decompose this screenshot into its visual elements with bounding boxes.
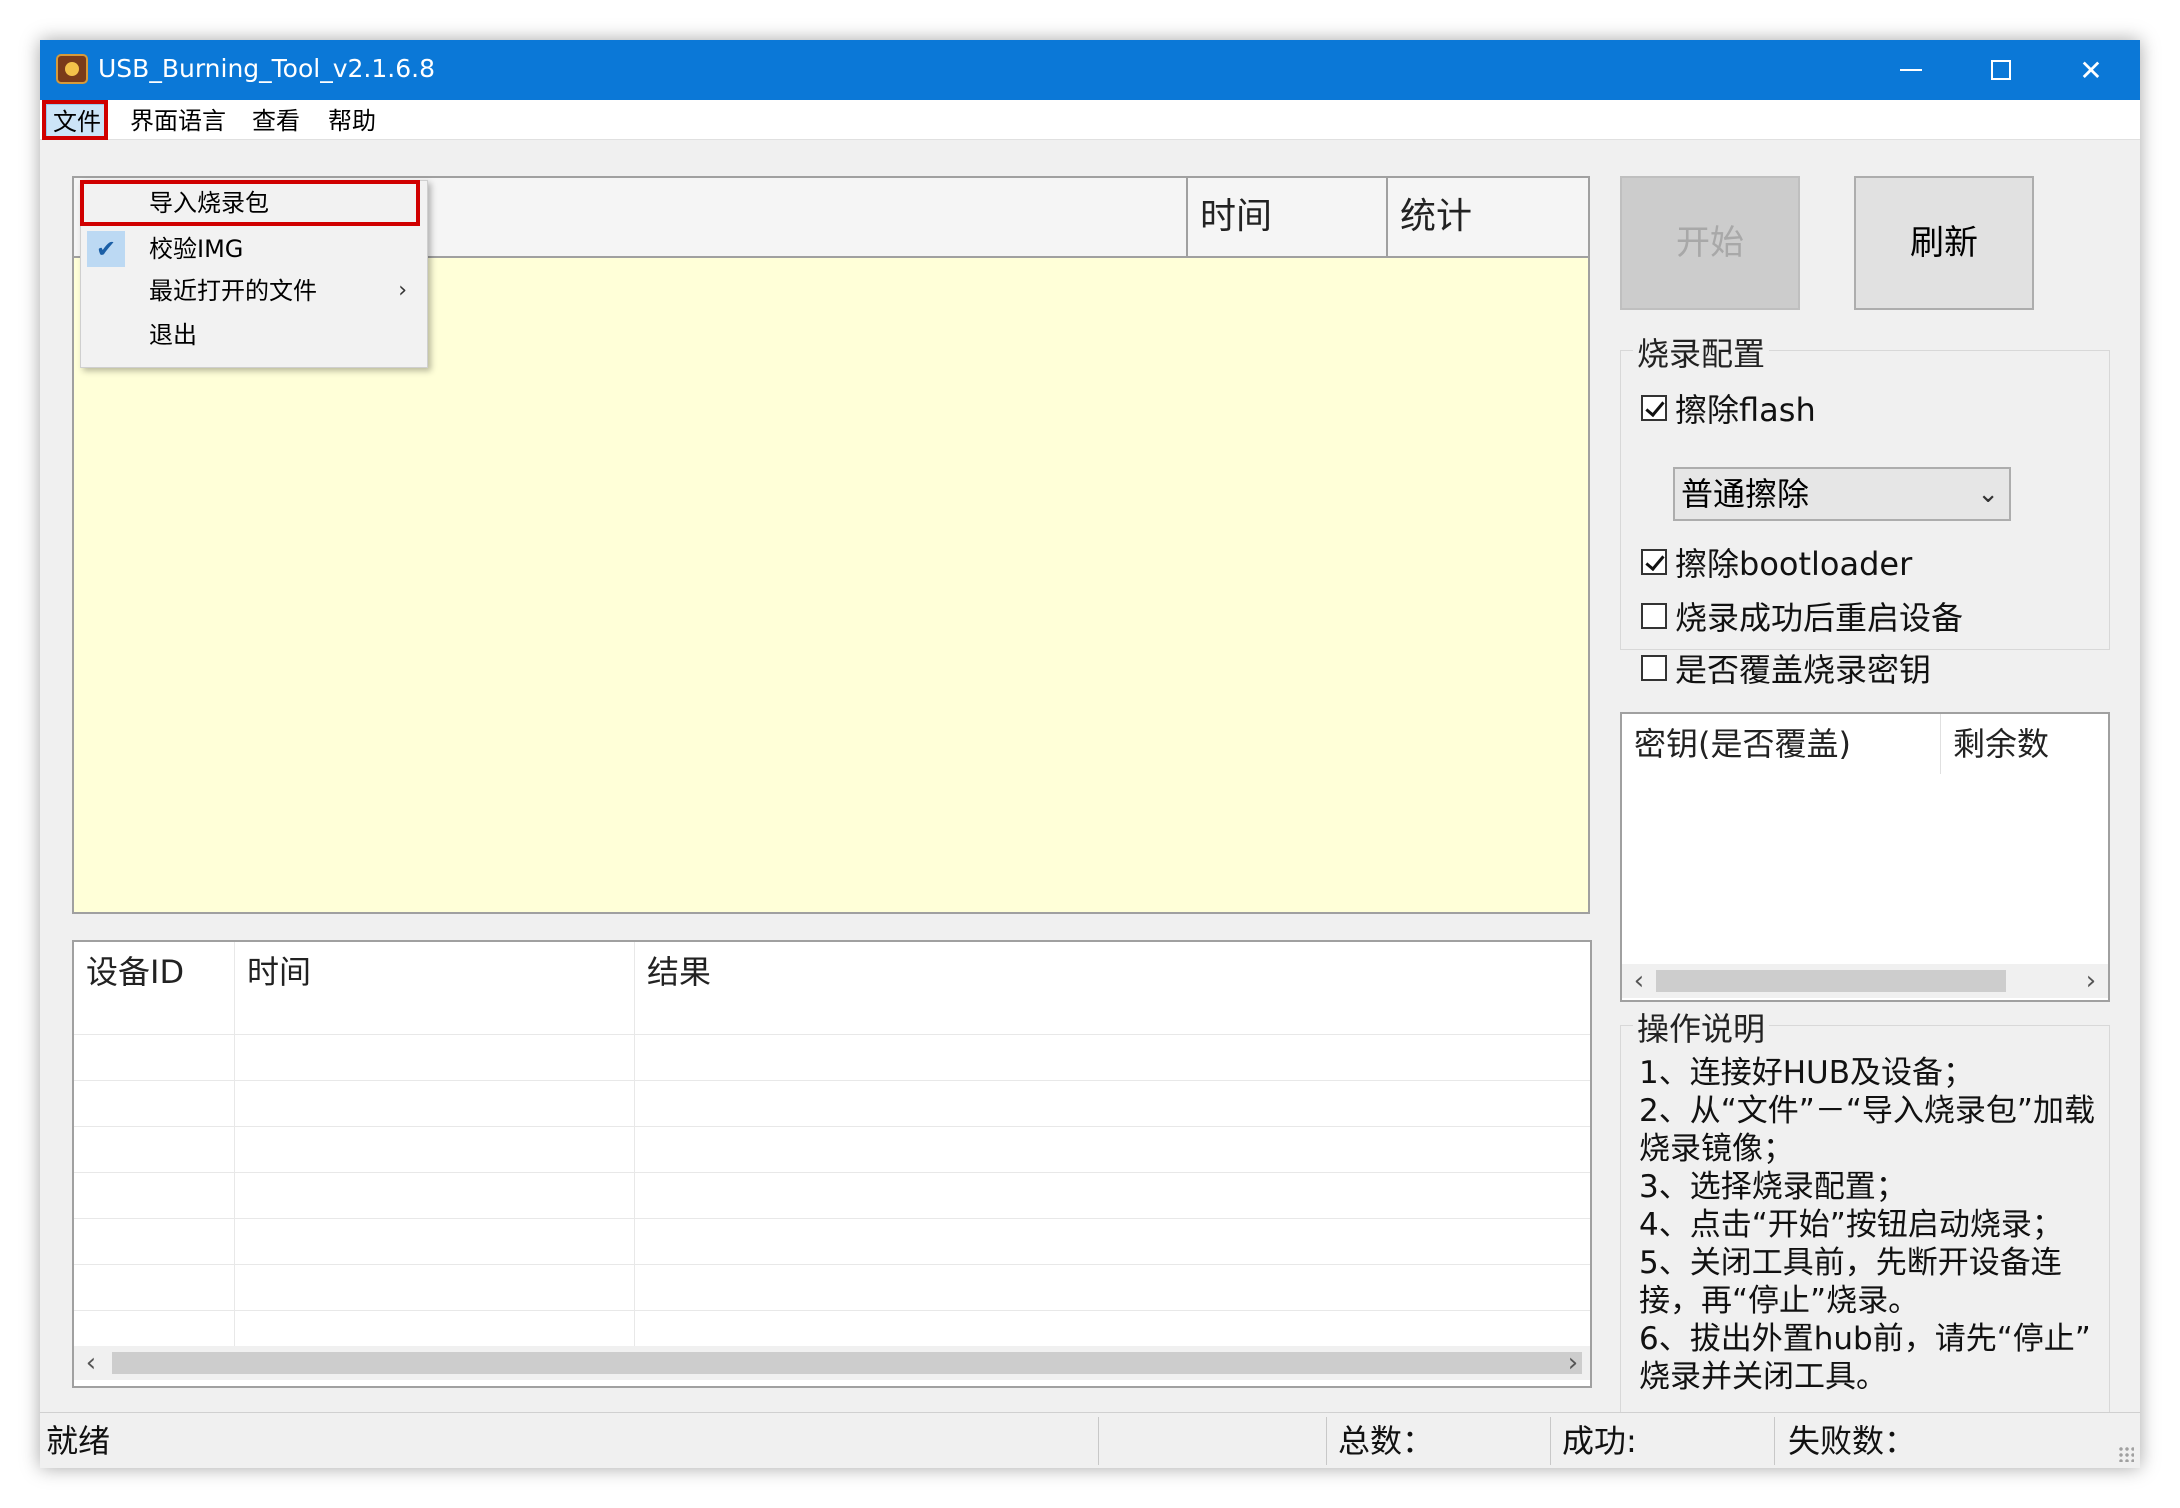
instruction-line: 1、连接好HUB及设备；: [1639, 1055, 1974, 1091]
status-divider: [1326, 1417, 1327, 1465]
table-row[interactable]: [74, 1218, 1590, 1264]
scrollbar-thumb[interactable]: [112, 1352, 1582, 1374]
erase-bootloader-checkbox[interactable]: 擦除bootloader: [1641, 539, 1912, 585]
scrollbar-thumb[interactable]: [1656, 970, 2006, 992]
menu-item-verify-img[interactable]: ✔ 校验IMG: [81, 227, 427, 271]
scroll-left-icon[interactable]: ‹: [74, 1346, 108, 1380]
status-bar: 就绪 总数： 成功: 失败数：: [40, 1412, 2140, 1468]
scroll-right-icon[interactable]: ›: [2074, 964, 2108, 998]
instructions-title: 操作说明: [1633, 1004, 1770, 1050]
instructions-group: 操作说明 1、连接好HUB及设备； 2、从“文件”－“导入烧录包”加载 烧录镜像…: [1620, 1004, 2110, 1427]
reboot-after-checkbox[interactable]: 烧录成功后重启设备: [1641, 593, 1963, 639]
result-table-scrollbar[interactable]: ‹ ›: [74, 1346, 1590, 1380]
main-window: USB_Burning_Tool_v2.1.6.8 ✕ 文件 界面语言 查看 帮…: [40, 40, 2140, 1468]
chevron-down-icon: ⌄: [1977, 479, 1999, 509]
table-row[interactable]: [74, 1080, 1590, 1126]
status-text: 就绪: [46, 1422, 111, 1460]
result-table[interactable]: 设备ID 时间 结果 ‹ ›: [72, 940, 1592, 1388]
scroll-left-icon[interactable]: ‹: [1622, 964, 1656, 998]
key-col-remaining[interactable]: 剩余数: [1940, 714, 2108, 774]
minimize-icon: [1900, 69, 1922, 71]
key-table[interactable]: 密钥(是否覆盖) 剩余数 ‹ ›: [1620, 712, 2110, 1002]
erase-mode-value: 普通擦除: [1681, 475, 1810, 513]
instruction-line: 烧录镜像；: [1639, 1131, 1794, 1167]
app-icon: [56, 54, 88, 84]
scroll-right-icon[interactable]: ›: [1556, 1346, 1590, 1380]
instruction-line: 接，再“停止”烧录。: [1639, 1283, 1920, 1319]
key-col-key[interactable]: 密钥(是否覆盖): [1622, 714, 1940, 774]
result-col-time[interactable]: 时间: [234, 942, 634, 1002]
menu-help[interactable]: 帮助: [322, 104, 382, 138]
close-icon: ✕: [2079, 53, 2103, 87]
instruction-line: 2、从“文件”－“导入烧录包”加载: [1639, 1093, 2095, 1129]
table-row[interactable]: [74, 1264, 1590, 1310]
check-icon: ✔: [87, 231, 125, 267]
status-divider: [1550, 1417, 1551, 1465]
erase-bootloader-label: 擦除bootloader: [1675, 545, 1913, 583]
success-count-label: 成功:: [1562, 1422, 1637, 1460]
instruction-line: 4、点击“开始”按钮启动烧录；: [1639, 1207, 2063, 1243]
erase-flash-checkbox[interactable]: 擦除flash: [1641, 385, 1816, 431]
chevron-right-icon: ›: [398, 278, 407, 303]
checkbox-unchecked-icon[interactable]: [1641, 655, 1667, 681]
overwrite-key-checkbox[interactable]: 是否覆盖烧录密钥: [1641, 645, 1931, 691]
recent-files-label: 最近打开的文件: [149, 277, 317, 305]
checkbox-checked-icon[interactable]: [1641, 395, 1667, 421]
maximize-button[interactable]: [1956, 40, 2046, 100]
menu-language[interactable]: 界面语言: [124, 104, 232, 138]
erase-mode-select[interactable]: 普通擦除 ⌄: [1673, 467, 2011, 521]
reboot-after-label: 烧录成功后重启设备: [1675, 599, 1964, 637]
fail-count-label: 失败数：: [1788, 1422, 1917, 1460]
table-row[interactable]: [74, 1126, 1590, 1172]
checkbox-checked-icon[interactable]: [1641, 549, 1667, 575]
start-button[interactable]: 开始: [1620, 176, 1800, 310]
burn-config-group: 烧录配置 擦除flash 普通擦除 ⌄ 擦除bootloader 烧录成功后重启…: [1620, 329, 2110, 689]
instruction-line: 烧录并关闭工具。: [1639, 1359, 1887, 1395]
status-divider: [1774, 1417, 1775, 1465]
table-row[interactable]: [74, 1034, 1590, 1080]
minimize-button[interactable]: [1866, 40, 1956, 100]
status-divider: [1098, 1417, 1099, 1465]
close-button[interactable]: ✕: [2046, 40, 2136, 100]
checkbox-unchecked-icon[interactable]: [1641, 603, 1667, 629]
window-title: USB_Burning_Tool_v2.1.6.8: [98, 54, 435, 83]
result-table-header: 设备ID 时间 结果: [74, 942, 1590, 1002]
total-count-label: 总数：: [1338, 1422, 1435, 1460]
burn-config-title: 烧录配置: [1633, 329, 1770, 375]
instruction-line: 3、选择烧录配置；: [1639, 1169, 1907, 1205]
instruction-line: 6、拔出外置hub前，请先“停止”: [1639, 1321, 2091, 1357]
verify-img-label: 校验IMG: [149, 235, 244, 263]
device-table-col-stats[interactable]: 统计: [1386, 178, 1588, 256]
device-table-col-time[interactable]: 时间: [1186, 178, 1386, 256]
instructions-text: 1、连接好HUB及设备； 2、从“文件”－“导入烧录包”加载 烧录镜像； 3、选…: [1639, 1054, 2109, 1396]
menu-file-highlight: [42, 100, 108, 140]
refresh-button[interactable]: 刷新: [1854, 176, 2034, 310]
result-col-result[interactable]: 结果: [634, 942, 1590, 1002]
menu-bar: 文件 界面语言 查看 帮助: [40, 100, 2140, 140]
import-package-highlight: [80, 180, 420, 226]
exit-label: 退出: [149, 321, 197, 349]
title-bar[interactable]: USB_Burning_Tool_v2.1.6.8 ✕: [40, 40, 2140, 100]
erase-flash-label: 擦除flash: [1675, 391, 1816, 429]
table-row[interactable]: [74, 1172, 1590, 1218]
key-table-scrollbar[interactable]: ‹ ›: [1622, 964, 2108, 998]
overwrite-key-label: 是否覆盖烧录密钥: [1675, 651, 1932, 689]
result-col-device-id[interactable]: 设备ID: [74, 942, 234, 1002]
menu-view[interactable]: 查看: [246, 104, 306, 138]
resize-grip-icon[interactable]: [2118, 1446, 2134, 1462]
menu-item-recent-files[interactable]: 最近打开的文件 ›: [81, 269, 427, 313]
maximize-icon: [1991, 60, 2011, 80]
instruction-line: 5、关闭工具前，先断开设备连: [1639, 1245, 2062, 1281]
menu-item-exit[interactable]: 退出: [81, 313, 427, 357]
